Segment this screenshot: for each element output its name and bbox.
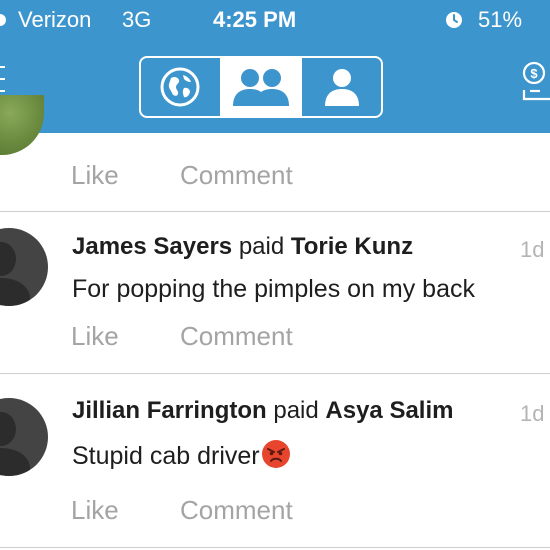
feed-story: James Sayers paid Torie Kunz 1d For popp…: [0, 211, 550, 374]
status-bar: Verizon 3G 4:25 PM 51%: [0, 0, 550, 40]
story-note: For popping the pimples on my back: [72, 275, 475, 303]
feed-segmented-control: [139, 56, 383, 118]
comment-button[interactable]: Comment: [180, 321, 293, 352]
comment-button[interactable]: Comment: [180, 160, 293, 191]
story-verb: paid: [238, 233, 285, 260]
payee-name[interactable]: Asya Salim: [325, 397, 453, 424]
network-type: 3G: [122, 7, 152, 32]
story-note-text: Stupid cab driver: [72, 442, 260, 470]
story-verb: paid: [273, 397, 319, 424]
feed-story: Jillian Farrington paid Asya Salim 1d St…: [0, 373, 550, 548]
dollar-request-icon[interactable]: $: [520, 60, 550, 102]
friends-icon: [233, 69, 289, 106]
story-headline: James Sayers paid Torie Kunz: [72, 233, 413, 261]
payee-name[interactable]: Torie Kunz: [291, 233, 413, 260]
payer-name[interactable]: James Sayers: [72, 233, 232, 260]
battery-percent: 51%: [478, 7, 523, 32]
story-note: Stupid cab driver: [72, 439, 291, 471]
tab-my-feed[interactable]: [302, 58, 381, 116]
story-headline: Jillian Farrington paid Asya Salim: [72, 397, 453, 425]
svg-text:$: $: [530, 66, 538, 81]
menu-icon[interactable]: [0, 62, 6, 96]
like-button[interactable]: Like: [71, 160, 119, 191]
story-time: 1d: [520, 401, 545, 426]
previous-post-actions: Like Comment: [0, 133, 550, 212]
tab-friends-feed[interactable]: [221, 58, 303, 116]
venmo-feed-screen: Verizon 3G 4:25 PM 51% $ Like Comment Ja…: [0, 0, 550, 550]
person-icon: [324, 69, 359, 106]
app-header: Verizon 3G 4:25 PM 51% $: [0, 0, 550, 155]
angry-face-emoji-icon: [261, 440, 290, 468]
avatar[interactable]: [0, 398, 48, 476]
tab-public-feed[interactable]: [141, 58, 222, 116]
globe-icon: [160, 67, 200, 107]
like-button[interactable]: Like: [71, 495, 119, 526]
carrier-name: Verizon: [18, 7, 92, 32]
clock: 4:25 PM: [213, 7, 297, 32]
story-time: 1d: [520, 237, 545, 262]
signal-dot: [0, 14, 6, 26]
avatar[interactable]: [0, 228, 48, 306]
like-button[interactable]: Like: [71, 321, 119, 352]
alarm-icon: [446, 12, 462, 28]
comment-button[interactable]: Comment: [180, 495, 293, 526]
payer-name[interactable]: Jillian Farrington: [72, 397, 267, 424]
